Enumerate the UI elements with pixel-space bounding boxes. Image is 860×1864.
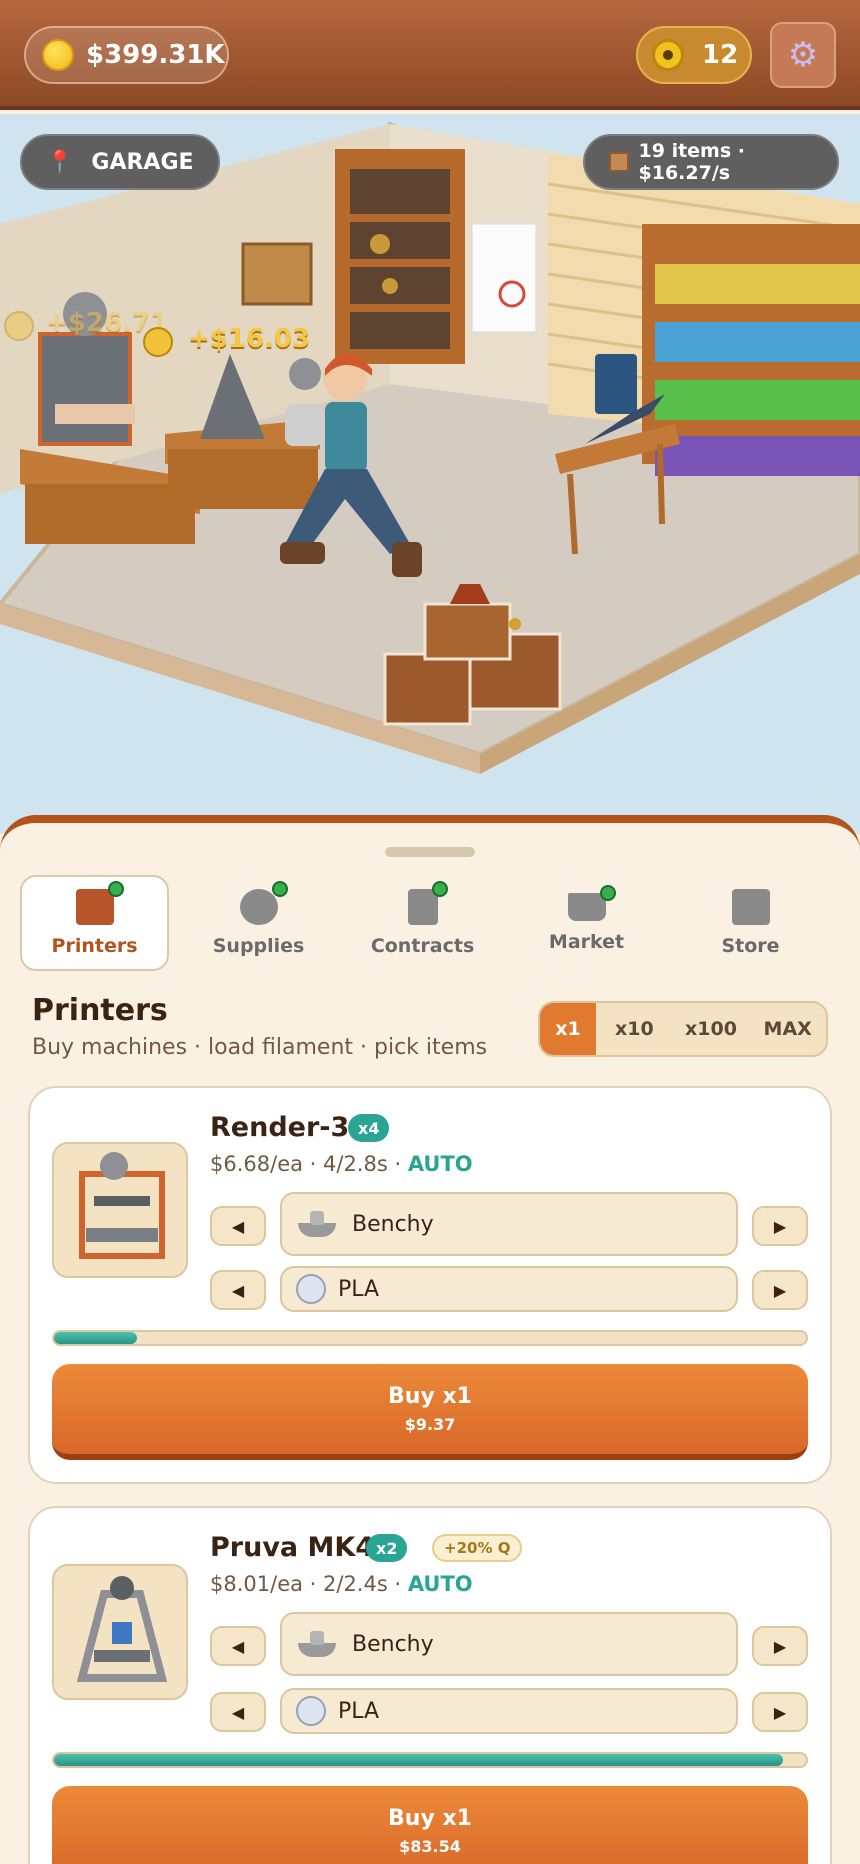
printer-thumbnail [52,1564,188,1700]
printer-count-badge: x2 [366,1534,408,1562]
material-next-button[interactable]: ▶ [752,1270,808,1310]
material-selector[interactable]: PLA [280,1688,738,1734]
item-next-button[interactable]: ▶ [752,1626,808,1666]
buy-printer-button[interactable]: Buy x1 $9.37 [52,1364,808,1460]
floating-coin-icon [143,327,173,357]
buy-label: Buy x1 [388,1384,472,1409]
notification-dot [599,885,616,901]
material-selector[interactable]: PLA [280,1266,738,1312]
tab-label: Printers [51,935,138,957]
item-selector[interactable]: Benchy [280,1192,738,1256]
garage-scene[interactable]: 📍 GARAGE 19 items · $16.27/s +$26.71 +$1… [0,114,860,834]
stats-text: 19 items · $16.27/s [638,140,745,184]
material-label: PLA [338,1276,380,1302]
item-next-button[interactable]: ▶ [752,1206,808,1246]
money-value: $399.31K [86,40,225,70]
print-progress-fill [54,1332,137,1344]
token-value: 12 [702,40,739,70]
tab-label: Store [721,935,780,957]
print-progress-bar [52,1330,808,1346]
coin-icon [42,39,74,71]
section-title: Printers [32,993,168,1028]
item-label: Benchy [352,1631,434,1657]
printer-card: Render-3 x4 $6.68/ea · 4/2.8s · AUTO ◀ B… [28,1086,832,1484]
quality-boost-badge: +20% Q [432,1534,523,1562]
multiplier-x100[interactable]: x100 [673,1003,750,1055]
filament-icon [239,881,288,925]
notification-dot [271,881,288,897]
cart-icon [567,885,616,921]
token-display: 12 [636,26,752,84]
buy-multiplier-selector: x1 x10 x100 MAX [538,1001,828,1057]
section-subtitle: Buy machines · load filament · pick item… [32,1035,488,1060]
tab-printers[interactable]: Printers [20,875,170,971]
benchy-icon [296,1629,338,1659]
print-progress-fill [54,1754,784,1766]
location-button[interactable]: 📍 GARAGE [20,134,220,190]
printer-rate: $6.68/ea · 4/2.8s · AUTO [210,1152,473,1176]
item-selector[interactable]: Benchy [280,1612,738,1676]
printer-name: Pruva MK4 [210,1532,375,1563]
item-prev-button[interactable]: ◀ [210,1626,266,1666]
filament-color-icon [296,1274,326,1304]
tab-contracts[interactable]: Contracts [348,875,497,971]
location-label: GARAGE [91,149,194,175]
tab-supplies[interactable]: Supplies [184,875,333,971]
drag-handle[interactable] [385,847,475,857]
tab-label: Supplies [212,935,305,957]
item-prev-button[interactable]: ◀ [210,1206,266,1246]
printer-name: Render-3 [210,1112,350,1143]
top-bar: $399.31K 12 ⚙ [0,0,860,110]
printer-thumbnail [52,1142,188,1278]
floating-earning: +$16.03 [188,324,311,354]
location-pin-icon: 📍 [46,149,74,175]
gear-icon: ⚙ [787,35,819,75]
room-illustration [0,121,860,774]
tab-label: Contracts [370,935,475,957]
material-next-button[interactable]: ▶ [752,1692,808,1732]
printer-icon [75,881,124,925]
bottom-panel: Printers Supplies Contracts Market Store… [0,815,860,1864]
buy-printer-button[interactable]: Buy x1 $83.54 [52,1786,808,1864]
multiplier-x1[interactable]: x1 [540,1003,596,1055]
buy-label: Buy x1 [388,1806,472,1831]
multiplier-x10[interactable]: x10 [596,1003,673,1055]
printer-rate: $8.01/ea · 2/2.4s · AUTO [210,1572,473,1596]
box-icon [609,152,629,172]
material-prev-button[interactable]: ◀ [210,1692,266,1732]
store-icon [731,889,770,925]
tab-market[interactable]: Market [512,875,661,971]
notification-dot [107,881,124,897]
benchy-icon [296,1209,338,1239]
token-icon [652,39,684,71]
item-label: Benchy [352,1211,434,1237]
printer-count-badge: x4 [348,1114,390,1142]
material-label: PLA [338,1698,380,1724]
settings-button[interactable]: ⚙ [770,22,836,88]
money-display: $399.31K [24,26,229,84]
document-icon [407,881,448,925]
tab-bar: Printers Supplies Contracts Market Store [20,875,840,971]
floating-coin-icon [4,311,34,341]
notification-dot [431,881,448,897]
production-stats: 19 items · $16.27/s [583,134,839,190]
buy-price: $83.54 [399,1837,461,1856]
print-progress-bar [52,1752,808,1768]
printer-card: Pruva MK4 x2 +20% Q $8.01/ea · 2/2.4s · … [28,1506,832,1864]
material-prev-button[interactable]: ◀ [210,1270,266,1310]
multiplier-max[interactable]: MAX [749,1003,826,1055]
filament-color-icon [296,1696,326,1726]
tab-label: Market [548,931,625,953]
tab-store[interactable]: Store [676,875,825,971]
buy-price: $9.37 [404,1415,456,1434]
